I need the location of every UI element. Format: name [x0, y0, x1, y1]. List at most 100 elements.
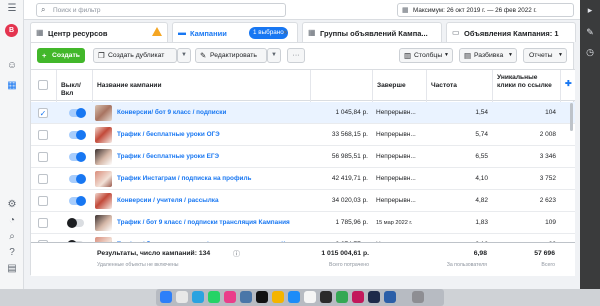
- select-all-checkbox[interactable]: [38, 80, 48, 90]
- bell-icon[interactable]: ◔: [6, 215, 18, 227]
- ad-icon: ▭: [452, 28, 460, 37]
- menu-icon[interactable]: ☰: [6, 3, 18, 15]
- app-icon[interactable]: [320, 291, 332, 303]
- breakdown-icon: ▤: [464, 51, 472, 60]
- tab-adsets[interactable]: ▦ Группы объявлений Кампа...: [302, 22, 442, 42]
- duplicate-dropdown[interactable]: ▼: [177, 48, 191, 63]
- columns-button[interactable]: ▥ Столбцы ▼: [399, 48, 453, 63]
- tab-campaigns-label: Кампании: [190, 29, 227, 38]
- help-icon[interactable]: ?: [6, 247, 18, 259]
- settings-gear-icon[interactable]: ⚙: [6, 199, 18, 211]
- expand-icon[interactable]: ▸: [584, 4, 596, 16]
- table-row[interactable]: Трафик / бесплатные уроки ОГЭ 33 568,15 р…: [31, 124, 575, 146]
- row-checkbox[interactable]: [38, 152, 48, 162]
- trash-icon[interactable]: [412, 291, 424, 303]
- toggle-knob: [67, 218, 77, 228]
- launchpad-icon[interactable]: [176, 291, 188, 303]
- avatar[interactable]: B: [5, 24, 18, 37]
- reports-button[interactable]: Отчеты ▼: [523, 48, 567, 63]
- chevron-down-icon: ▼: [444, 52, 449, 58]
- scrollbar[interactable]: [570, 103, 573, 131]
- campaign-toggle[interactable]: [69, 108, 86, 118]
- campaign-toggle[interactable]: [69, 130, 86, 140]
- total-frequency: 6,98: [473, 250, 487, 257]
- chevron-down-icon: ▼: [558, 52, 563, 58]
- row-checkbox[interactable]: [38, 174, 48, 184]
- chrome-icon[interactable]: [272, 291, 284, 303]
- add-column-icon[interactable]: ✚: [560, 70, 575, 102]
- tiktok-icon[interactable]: [256, 291, 268, 303]
- campaign-toggle[interactable]: [69, 152, 86, 162]
- campaign-thumbnail: [95, 105, 112, 121]
- search-input[interactable]: ⌕ Поиск и фильтр: [36, 3, 286, 17]
- end-value: 15 мар 2022 г.: [376, 220, 413, 226]
- header-end[interactable]: Заверше: [372, 70, 426, 102]
- more-button[interactable]: ···: [287, 48, 305, 63]
- toggle-knob: [76, 196, 86, 206]
- search-icon[interactable]: ⌕: [6, 231, 18, 243]
- close-icon[interactable]: ×: [283, 27, 288, 39]
- campaign-name-link[interactable]: Трафик / бот 9 класс / подписки трансляц…: [117, 212, 307, 234]
- duplicate-button[interactable]: ❐ Создать дубликат: [93, 48, 177, 63]
- row-checkbox[interactable]: [38, 130, 48, 140]
- header-campaign-name[interactable]: Название кампании: [92, 70, 310, 102]
- smile-icon[interactable]: ☺: [6, 60, 18, 72]
- total-spent: 1 015 004,61 р.: [321, 250, 369, 257]
- columns-icon: ▥: [404, 51, 412, 60]
- instagram-icon[interactable]: [224, 291, 236, 303]
- total-frequency-sub: За пользователя: [446, 262, 487, 268]
- create-button[interactable]: + Создать: [37, 48, 85, 63]
- breakdown-button[interactable]: ▤ Разбивка ▼: [459, 48, 517, 63]
- calendar-icon[interactable]: [304, 291, 316, 303]
- campaign-name-link[interactable]: Конверсии / учителя / рассылка: [117, 190, 307, 212]
- finder-icon[interactable]: [160, 291, 172, 303]
- spent-value: 33 568,15 р.: [331, 131, 368, 138]
- campaign-toggle[interactable]: [69, 196, 86, 206]
- clicks-value: 104: [545, 109, 556, 116]
- tab-ads[interactable]: ▭ Объявления Кампания: 1: [446, 22, 576, 42]
- info-icon[interactable]: ⓘ: [233, 249, 240, 259]
- ads-manager-window: ☰ B ☺ ▦ ⚙ ◔ ⌕ ? ▤ ⌕ Поиск и фильтр ▦ Мак…: [0, 0, 600, 289]
- campaign-toggle[interactable]: [67, 218, 84, 228]
- campaign-name-link[interactable]: Трафик Инстаграм / подписка на профиль: [117, 168, 307, 190]
- header-frequency[interactable]: Частота: [426, 70, 492, 102]
- table-header: Выкл/Вкл Название кампании Заверше Часто…: [31, 69, 575, 102]
- tab-resource-center-label: Центр ресурсов: [48, 29, 108, 38]
- edit-button[interactable]: ✎ Редактировать: [195, 48, 267, 63]
- campaign-toggle[interactable]: [69, 174, 86, 184]
- header-toggle[interactable]: Выкл/Вкл: [56, 70, 92, 102]
- whatsapp-icon[interactable]: [208, 291, 220, 303]
- header-unique-clicks[interactable]: Уникальные клики по ссылке: [492, 70, 560, 102]
- premiere-icon[interactable]: [368, 291, 380, 303]
- select-all-header: [31, 70, 56, 102]
- duplicate-label: Создать дубликат: [108, 52, 165, 59]
- editor-icon[interactable]: [384, 291, 396, 303]
- tab-resource-center[interactable]: ▦ Центр ресурсов: [30, 22, 168, 42]
- frequency-value: 4,82: [475, 197, 488, 204]
- edit-panel-icon[interactable]: ✎: [584, 26, 596, 38]
- grid-table-icon[interactable]: ▦: [6, 80, 18, 92]
- tab-campaigns[interactable]: ▬ Кампании 1 выбрано ×: [172, 22, 298, 42]
- campaign-name-link[interactable]: Трафик / бесплатные уроки ОГЭ: [117, 124, 307, 146]
- date-range-picker[interactable]: ▦ Максимум: 26 окт 2019 г. — 26 фев 2022…: [397, 3, 574, 17]
- table-app-icon[interactable]: [336, 291, 348, 303]
- campaign-name-link[interactable]: Конверсии/ бот 9 класс / подписки: [117, 102, 307, 124]
- row-checkbox[interactable]: ✓: [38, 108, 48, 118]
- table-row[interactable]: Трафик Инстаграм / подписка на профиль 42…: [31, 168, 575, 190]
- photos-icon[interactable]: [352, 291, 364, 303]
- selected-count-chip[interactable]: 1 выбрано: [249, 27, 288, 39]
- safari-icon[interactable]: [288, 291, 300, 303]
- vk-icon[interactable]: [240, 291, 252, 303]
- edit-dropdown[interactable]: ▼: [267, 48, 281, 63]
- header-spent[interactable]: [310, 70, 372, 102]
- table-row[interactable]: ✓ Конверсии/ бот 9 класс / подписки 1 045,…: [31, 102, 575, 124]
- campaign-name-link[interactable]: Трафик / бесплатные уроки ЕГЭ: [117, 146, 307, 168]
- row-checkbox[interactable]: [38, 196, 48, 206]
- telegram-icon[interactable]: [192, 291, 204, 303]
- report-icon[interactable]: ▤: [6, 263, 18, 275]
- table-row[interactable]: Трафик / бот 9 класс / подписки трансляц…: [31, 212, 575, 234]
- table-row[interactable]: Трафик / бесплатные уроки ЕГЭ 56 985,51 р…: [31, 146, 575, 168]
- history-icon[interactable]: ◷: [584, 46, 596, 58]
- table-row[interactable]: Конверсии / учителя / рассылка 34 020,03 …: [31, 190, 575, 212]
- row-checkbox[interactable]: [38, 218, 48, 228]
